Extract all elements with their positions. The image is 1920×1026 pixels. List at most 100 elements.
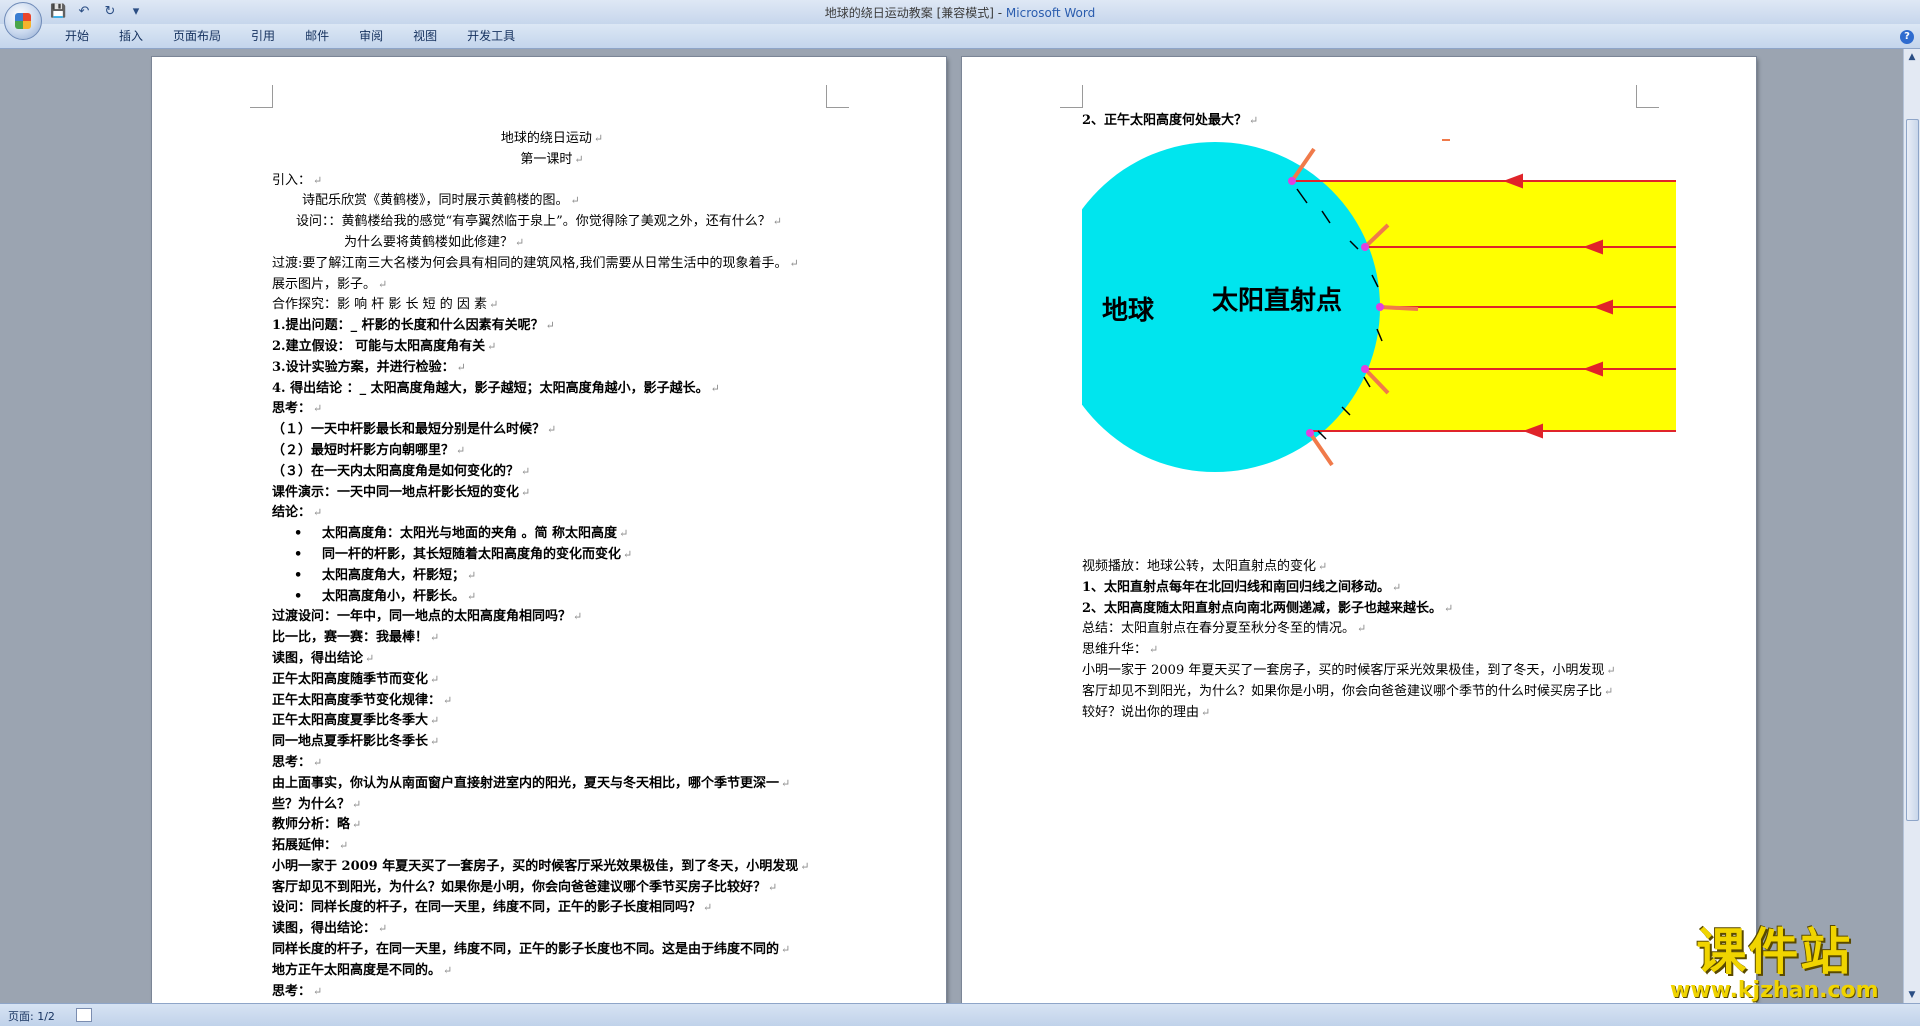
redo-icon[interactable]: ↻ [102, 4, 118, 20]
paragraph-mark-icon: ↵ [430, 735, 440, 749]
text-line-content: 设问：同样长度的杆子，在同一天里，纬度不同，正午的影子长度相同吗？ [272, 900, 702, 916]
document-page-1[interactable]: 地球的绕日运动 ↵ 第一课时 ↵ 引入： ↵ 诗配乐欣赏《黄鹤楼》，同时展示黄鹤楼的图。 ↵ 设… [152, 57, 946, 1003]
subsolar-point-label: 太阳直射点 [1212, 285, 1342, 316]
paragraph-mark-icon: ↵ [710, 381, 720, 395]
tab-review[interactable]: 审阅 [344, 28, 398, 44]
scroll-thumb[interactable] [1906, 119, 1919, 821]
paragraph-mark-icon: ↵ [703, 901, 713, 915]
text-line-content: 太阳高度角小，杆影长。 [322, 588, 466, 604]
tab-view[interactable]: 视图 [398, 28, 452, 44]
text-line-content: 地方正午太阳高度是不同的。 [272, 962, 442, 978]
text-line: 设问：同样长度的杆子，在同一天里，纬度不同，正午的影子长度相同吗？ ↵ [272, 898, 832, 919]
text-line: 结论： ↵ [272, 503, 832, 524]
text-line: 展示图片，影子。 ↵ [272, 275, 832, 296]
text-line-content: 读图，得出结论： [272, 921, 377, 937]
text-line-content: （１）一天中杆影最长和最短分别是什么时候？ [272, 422, 546, 438]
paragraph-mark-icon: ↵ [593, 132, 604, 145]
title-bar: 💾 ↶ ↻ ▾ 地球的绕日运动教案 [兼容模式] - Microsoft Wor… [0, 0, 1920, 40]
document-workspace[interactable]: 地球的绕日运动 ↵ 第一课时 ↵ 引入： ↵ 诗配乐欣赏《黄鹤楼》，同时展示黄鹤楼的图。 ↵ 设… [0, 49, 1904, 1003]
text-line: （１）一天中杆影最长和最短分别是什么时候？ ↵ [272, 420, 832, 441]
text-line-content: 思考： [272, 401, 312, 417]
help-icon[interactable]: ? [1900, 30, 1914, 44]
text-line: 过渡设问：一年中，同一地点的太阳高度角相同吗？ ↵ [272, 607, 832, 628]
text-line-content: 课件演示：一天中同一地点杆影长短的变化 [272, 484, 520, 500]
text-line-content: （２）最短时杆影方向朝哪里？ [272, 442, 455, 458]
text-line: 些？为什么？ ↵ [272, 795, 832, 816]
paragraph-mark-icon: ↵ [430, 672, 440, 686]
text-line: 思考： ↵ [272, 753, 832, 774]
text-line: （３）在一天内太阳高度角是如何变化的？ ↵ [272, 462, 832, 483]
paragraph-mark-icon: ↵ [1149, 643, 1159, 657]
paragraph-mark-icon: ↵ [487, 339, 497, 353]
text-line: 客厅却见不到阳光，为什么？如果你是小明，你会向爸爸建议哪个季节的什么时候买房子比… [1082, 682, 1652, 703]
text-line: 思考： ↵ [272, 399, 832, 420]
paragraph-mark-icon: ↵ [443, 963, 453, 977]
text-line: 3.设计实验方案，并进行检验： ↵ [272, 358, 832, 379]
paragraph-mark-icon: ↵ [619, 527, 629, 541]
tab-home[interactable]: 开始 [50, 28, 104, 44]
page-2-heading-block[interactable]: 2、正午太阳高度何处最大？ ↵ [1082, 111, 1652, 132]
text-line: 4. 得出结论 ：_ 太阳高度角越大，影子越短；太阳高度角越小，影子越长。 ↵ [272, 379, 832, 400]
office-button[interactable] [4, 2, 42, 40]
sunlight-diagram: 地球 太阳直射点 [1082, 139, 1676, 472]
text-line-content: 客厅却见不到阳光，为什么？如果你是小明，你会向爸爸建议哪个季节的什么时候买房子比 [1082, 683, 1603, 699]
text-line-content: 总结：太阳直射点在春分夏至秋分冬至的情况。 [1082, 621, 1356, 637]
quick-access-toolbar: 💾 ↶ ↻ ▾ [50, 3, 144, 21]
text-line-content: 拓展延伸： [272, 838, 338, 854]
text-line: （２）最短时杆影方向朝哪里？ ↵ [272, 441, 832, 462]
bullet-icon: • [294, 546, 303, 562]
undo-icon[interactable]: ↶ [76, 4, 92, 20]
paragraph-mark-icon: ↵ [313, 755, 323, 769]
paragraph-mark-icon: ↵ [313, 402, 323, 416]
document-page-2[interactable]: 2、正午太阳高度何处最大？ ↵ 地球 太阳直射点 视频播放：地球公转，太阳直射点… [962, 57, 1756, 1003]
tab-insert[interactable]: 插入 [104, 28, 158, 44]
text-line: 为什么要将黄鹤楼如此修建？ ↵ [272, 233, 832, 254]
paragraph-mark-icon: ↵ [1444, 601, 1454, 615]
text-line-content: 太阳高度角：太阳光与地面的夹角 。简 称太阳高度 [322, 526, 618, 542]
text-line-content: 第一课时 [520, 151, 573, 167]
text-line: 合作探究：影 响 杆 影 长 短 的 因 素 ↵ [272, 295, 832, 316]
text-line-content: 同样长度的杆子，在同一天里，纬度不同，正午的影子长度也不同。这是由于纬度不同的 [272, 942, 780, 958]
page-2-text[interactable]: 视频播放：地球公转，太阳直射点的变化 ↵ 1、太阳直射点每年在北回归线和南回归线之间… [1082, 557, 1652, 723]
text-line: 教师分析：略 ↵ [272, 815, 832, 836]
text-line: 总结：太阳直射点在春分夏至秋分冬至的情况。 ↵ [1082, 619, 1652, 640]
vertical-scrollbar[interactable]: ▲ ▼ [1903, 49, 1920, 1003]
paragraph-mark-icon: ↵ [789, 256, 799, 270]
language-icon[interactable] [76, 1008, 92, 1022]
margin-corner-mark [826, 85, 849, 108]
page-1-text[interactable]: 地球的绕日运动 ↵ 第一课时 ↵ 引入： ↵ 诗配乐欣赏《黄鹤楼》，同时展示黄鹤楼的图。 ↵ 设… [272, 129, 832, 1002]
paragraph-mark-icon: ↵ [515, 235, 525, 249]
text-line-content: 1、太阳直射点每年在北回归线和南回归线之间移动。 [1082, 579, 1391, 595]
text-line-content: 客厅却见不到阳光，为什么？如果你是小明，你会向爸爸建议哪个季节买房子比较好？ [272, 879, 767, 895]
paragraph-mark-icon: ↵ [573, 610, 583, 624]
paragraph-mark-icon: ↵ [489, 298, 499, 312]
text-line: 思维升华： ↵ [1082, 640, 1652, 661]
text-line: 比一比，赛一赛：我最棒！ ↵ [272, 628, 832, 649]
paragraph-mark-icon: ↵ [781, 776, 791, 790]
tab-developer[interactable]: 开发工具 [452, 28, 530, 44]
customize-toolbar-icon[interactable]: ▾ [128, 4, 144, 20]
paragraph-mark-icon: ↵ [467, 568, 477, 582]
paragraph-mark-icon: ↵ [1392, 580, 1402, 594]
save-icon[interactable]: 💾 [50, 4, 66, 20]
tab-references[interactable]: 引用 [236, 28, 290, 44]
paragraph-mark-icon: ↵ [1604, 684, 1614, 698]
text-line: 1.提出问题：_ 杆影的长度和什么因素有关呢？ ↵ [272, 316, 832, 337]
paragraph-mark-icon: ↵ [456, 360, 466, 374]
text-line-content: 诗配乐欣赏《黄鹤楼》，同时展示黄鹤楼的图。 [302, 193, 569, 209]
scroll-up-icon[interactable]: ▲ [1906, 51, 1918, 63]
paragraph-mark-icon: ↵ [365, 651, 375, 665]
tab-page-layout[interactable]: 页面布局 [158, 28, 236, 44]
text-line-content: 过渡设问：一年中，同一地点的太阳高度角相同吗？ [272, 609, 572, 625]
watermark-url: www.kjzhan.com [1670, 978, 1879, 1003]
text-line-content: 合作探究：影 响 杆 影 长 短 的 因 素 [272, 297, 488, 313]
page-indicator[interactable]: 页面: 1/2 [8, 1008, 55, 1024]
text-line-content: 设问：：黄鹤楼给我的感觉“有亭翼然临于泉上”。你觉得除了美观之外，还有什么？ [296, 214, 771, 230]
text-line-content: （３）在一天内太阳高度角是如何变化的？ [272, 463, 520, 479]
text-line: 2.建立假设： 可能与太阳高度角有关 ↵ [272, 337, 832, 358]
watermark-logo: 课件站 www.kjzhan.com [1670, 925, 1879, 1003]
paragraph-mark-icon: ↵ [1357, 622, 1367, 636]
window-title: 地球的绕日运动教案 [兼容模式] - Microsoft Word [0, 4, 1920, 21]
tab-mailings[interactable]: 邮件 [290, 28, 344, 44]
scroll-down-icon[interactable]: ▼ [1906, 989, 1918, 1001]
